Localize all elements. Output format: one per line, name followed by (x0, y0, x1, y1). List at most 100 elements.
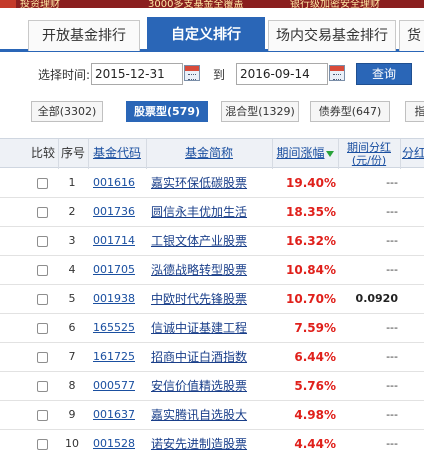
ad-right-text: 银行级加密安全理财 (290, 0, 380, 8)
header-compare: 比较 (30, 146, 55, 160)
fund-code-link[interactable]: 001637 (93, 401, 139, 429)
row-index: 10 (65, 437, 79, 450)
fund-name-link[interactable]: 招商中证白酒指数 (151, 343, 269, 371)
table-header: 比较 序号 基金代码 基金简称 期间涨幅 期间分红 (元/份) 分红 (0, 138, 424, 169)
header-period-change[interactable]: 期间涨幅 (272, 139, 338, 169)
header-period-dividend[interactable]: 期间分红 (元/份) (338, 139, 400, 169)
header-dividend-line2: (元/份) (351, 154, 387, 167)
compare-checkbox[interactable] (37, 265, 48, 276)
fund-code-link[interactable]: 001714 (93, 227, 139, 255)
table-row: 3 001714 工银文体产业股票 16.32% --- (0, 227, 424, 256)
row-index: 1 (68, 176, 76, 189)
fund-code-link[interactable]: 001616 (93, 169, 139, 197)
fund-name-link[interactable]: 工银文体产业股票 (151, 227, 269, 255)
period-change: 10.84% (286, 263, 336, 277)
tab-open-fund-ranking[interactable]: 开放基金排行 (28, 20, 140, 51)
compare-checkbox[interactable] (37, 323, 48, 334)
type-stock-button[interactable]: 股票型(579) (126, 101, 208, 122)
table-row: 8 000577 安信价值精选股票 5.76% --- (0, 372, 424, 401)
calendar-icon[interactable] (184, 65, 200, 81)
ranking-tabs: 开放基金排行 自定义排行 场内交易基金排行 货 (0, 8, 424, 52)
period-change: 19.40% (286, 176, 336, 190)
fund-code-link[interactable]: 001938 (93, 285, 139, 313)
fund-code-link[interactable]: 165525 (93, 314, 139, 342)
period-dividend: --- (386, 350, 398, 363)
period-dividend: --- (386, 321, 398, 334)
fund-name-link[interactable]: 中欧时代先锋股票 (151, 285, 269, 313)
table-row: 7 161725 招商中证白酒指数 6.44% --- (0, 343, 424, 372)
period-dividend: --- (386, 234, 398, 247)
fund-code-link[interactable]: 161725 (93, 343, 139, 371)
compare-checkbox[interactable] (37, 207, 48, 218)
tab-exchange-fund-ranking[interactable]: 场内交易基金排行 (268, 20, 396, 51)
ad-tag (0, 0, 16, 8)
query-button[interactable]: 查询 (356, 63, 412, 85)
ad-left-text: 投资理财 (20, 0, 60, 8)
calendar-icon[interactable] (329, 65, 345, 81)
period-change: 4.44% (294, 437, 336, 451)
fund-name-link[interactable]: 嘉实腾讯自选股大 (151, 401, 269, 429)
sort-desc-icon (325, 150, 334, 157)
end-date-input[interactable]: 2016-09-14 (236, 63, 328, 85)
compare-checkbox[interactable] (37, 410, 48, 421)
period-change: 10.70% (286, 292, 336, 306)
start-date-input[interactable]: 2015-12-31 (91, 63, 183, 85)
table-row: 6 165525 信诚中证基建工程 7.59% --- (0, 314, 424, 343)
compare-checkbox[interactable] (37, 294, 48, 305)
compare-checkbox[interactable] (37, 236, 48, 247)
row-index: 8 (68, 379, 76, 392)
period-dividend: --- (386, 205, 398, 218)
fund-name-link[interactable]: 诺安先进制造股票 (151, 430, 269, 456)
fund-type-filter: 全部(3302) 股票型(579) 混合型(1329) 债券型(647) 指 (0, 99, 424, 125)
period-change: 5.76% (294, 379, 336, 393)
period-dividend: --- (386, 263, 398, 276)
row-index: 3 (68, 234, 76, 247)
fund-code-link[interactable]: 001528 (93, 430, 139, 456)
period-dividend: --- (386, 437, 398, 450)
table-row: 5 001938 中欧时代先锋股票 10.70% 0.0920 (0, 285, 424, 314)
date-filter: 选择时间: 2015-12-31 到 2016-09-14 查询 (0, 60, 424, 90)
compare-checkbox[interactable] (37, 439, 48, 450)
type-index-button[interactable]: 指 (405, 101, 424, 122)
ad-banner[interactable]: 投资理财 3000多支基金全覆盖 银行级加密安全理财 (0, 0, 424, 8)
period-dividend: --- (386, 176, 398, 189)
fund-name-link[interactable]: 安信价值精选股票 (151, 372, 269, 400)
ad-mid-text: 3000多支基金全覆盖 (148, 0, 244, 8)
compare-checkbox[interactable] (37, 352, 48, 363)
tab-more[interactable]: 货 (399, 20, 424, 51)
table-row: 9 001637 嘉实腾讯自选股大 4.98% --- (0, 401, 424, 430)
table-row: 2 001736 圆信永丰优加生活 18.35% --- (0, 198, 424, 227)
fund-name-link[interactable]: 圆信永丰优加生活 (151, 198, 269, 226)
header-fund-name[interactable]: 基金简称 (146, 139, 272, 169)
compare-checkbox[interactable] (37, 381, 48, 392)
period-change: 4.98% (294, 408, 336, 422)
row-index: 4 (68, 263, 76, 276)
fund-name-link[interactable]: 信诚中证基建工程 (151, 314, 269, 342)
header-period-change-label: 期间涨幅 (276, 146, 325, 160)
row-index: 9 (68, 408, 76, 421)
header-fund-code[interactable]: 基金代码 (88, 139, 146, 169)
fund-name-link[interactable]: 嘉实环保低碳股票 (151, 169, 269, 197)
period-change: 18.35% (286, 205, 336, 219)
period-dividend: --- (386, 408, 398, 421)
header-index: 序号 (60, 146, 85, 160)
header-split[interactable]: 分红 (402, 139, 424, 169)
table-row: 1 001616 嘉实环保低碳股票 19.40% --- (0, 169, 424, 198)
tab-custom-ranking[interactable]: 自定义排行 (147, 17, 265, 52)
fund-code-link[interactable]: 001705 (93, 256, 139, 284)
row-index: 6 (68, 321, 76, 334)
type-all-button[interactable]: 全部(3302) (31, 101, 103, 122)
period-dividend: 0.0920 (355, 292, 398, 305)
period-change: 16.32% (286, 234, 336, 248)
period-change: 7.59% (294, 321, 336, 335)
fund-code-link[interactable]: 000577 (93, 372, 139, 400)
row-index: 5 (68, 292, 76, 305)
table-row: 4 001705 泓德战略转型股票 10.84% --- (0, 256, 424, 285)
type-mixed-button[interactable]: 混合型(1329) (221, 101, 299, 122)
type-bond-button[interactable]: 债券型(647) (310, 101, 390, 122)
fund-name-link[interactable]: 泓德战略转型股票 (151, 256, 269, 284)
row-index: 7 (68, 350, 76, 363)
period-dividend: --- (386, 379, 398, 392)
fund-code-link[interactable]: 001736 (93, 198, 139, 226)
compare-checkbox[interactable] (37, 178, 48, 189)
